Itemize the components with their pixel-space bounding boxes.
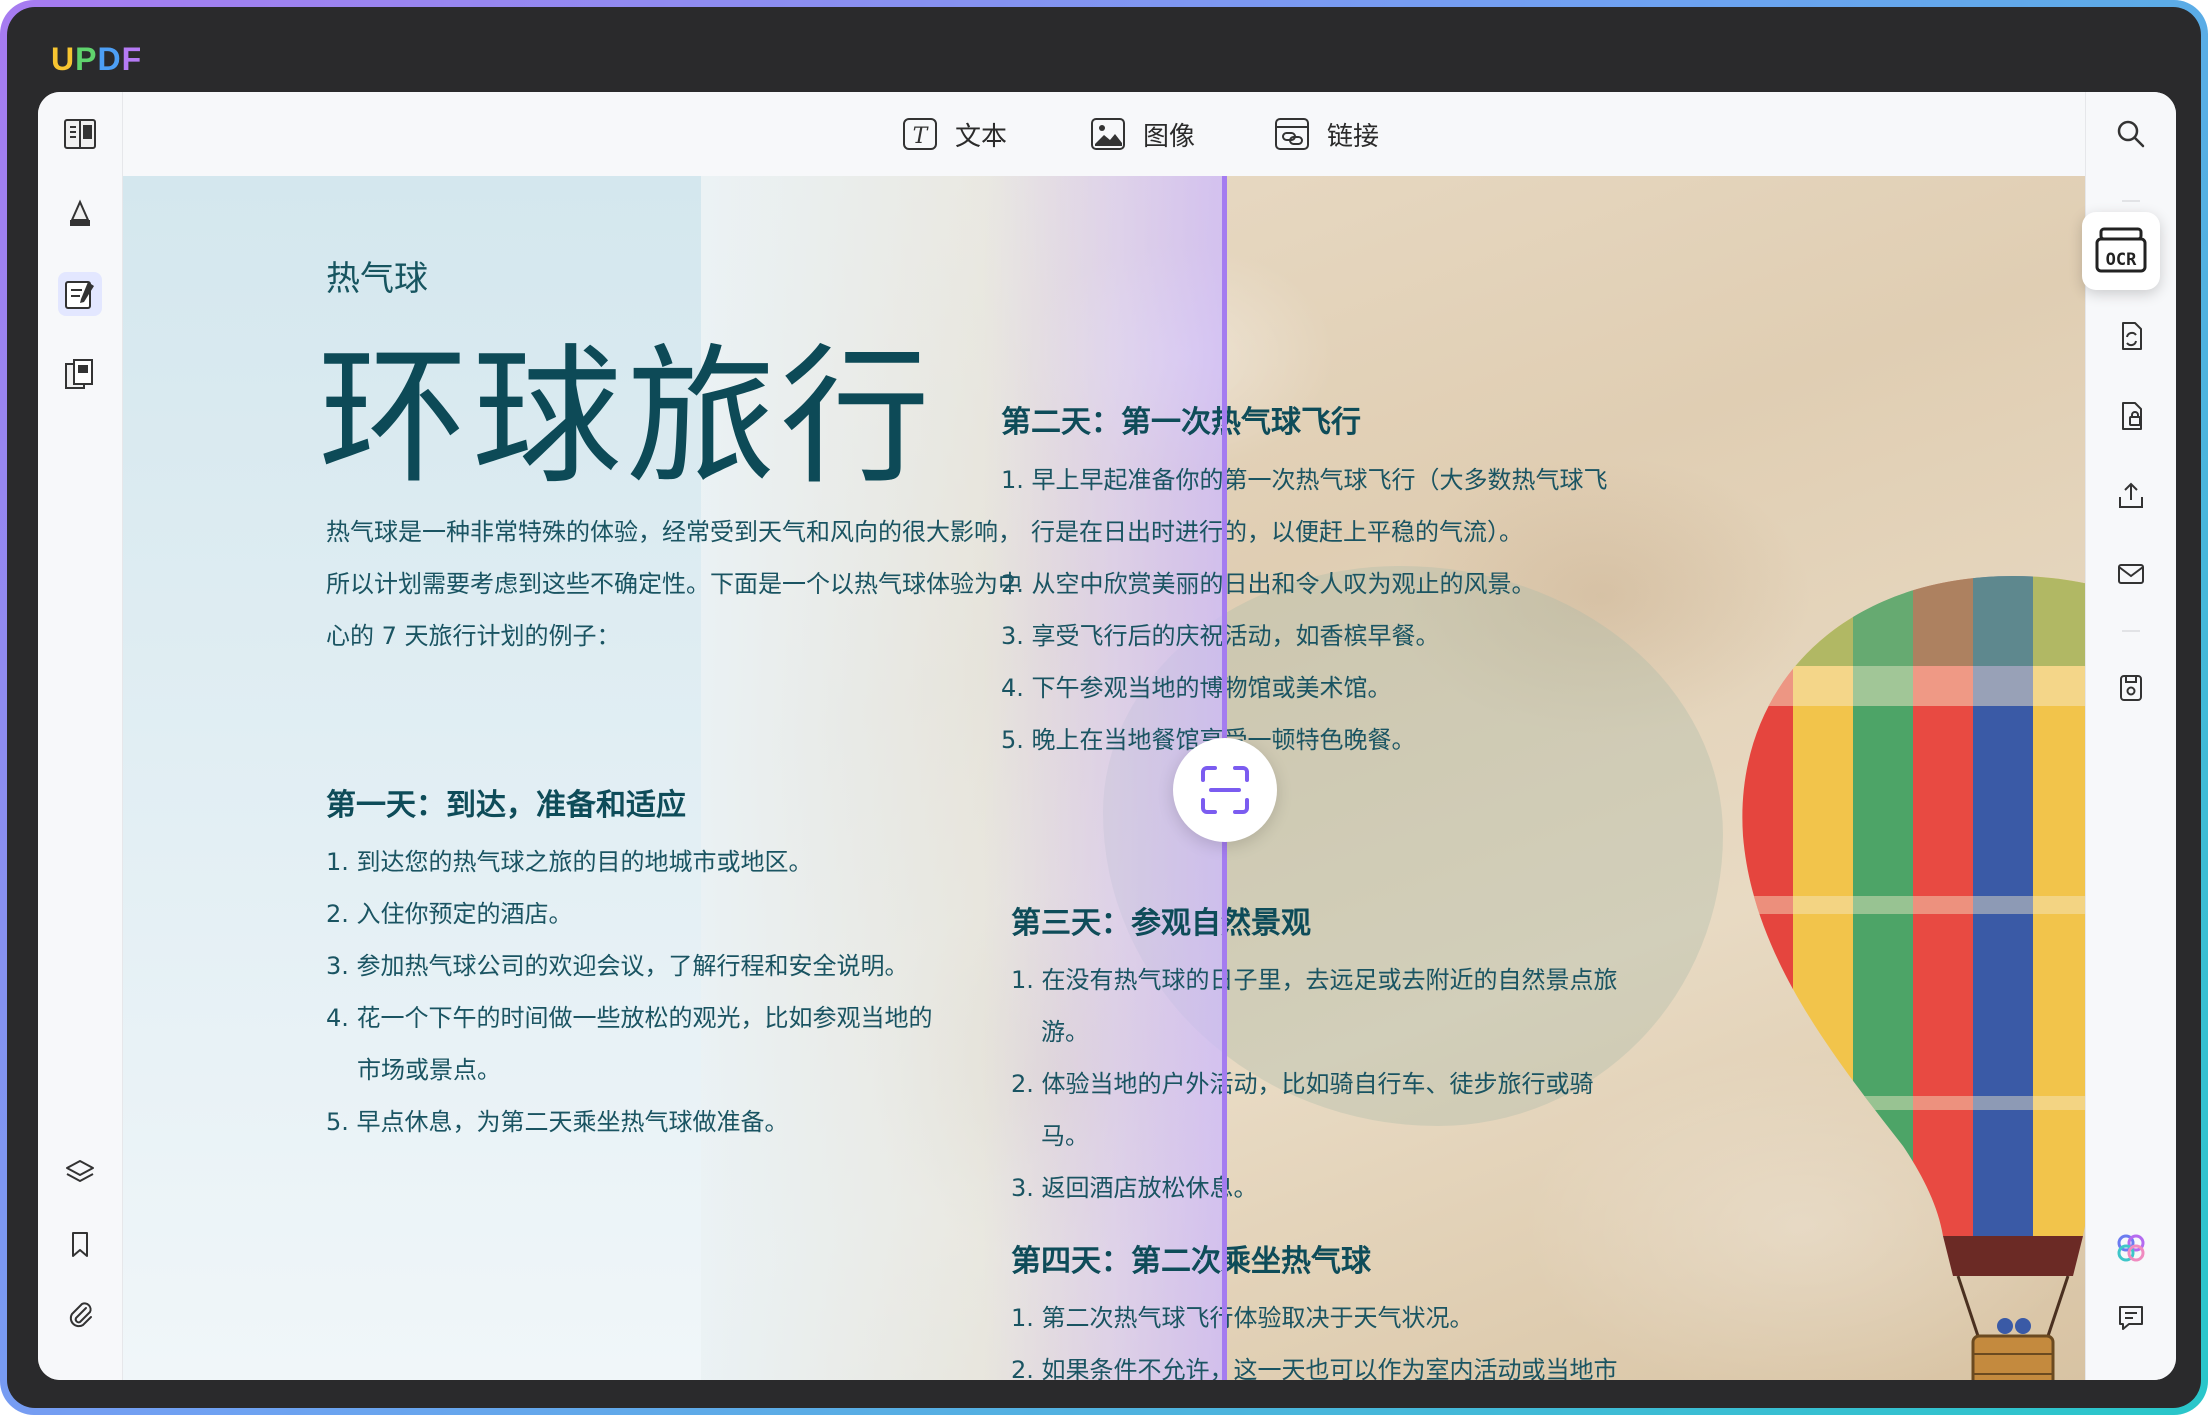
doc-intro-paragraph: 热气球是一种非常特殊的体验，经常受到天气和风向的很大影响，所以计划需要考虑到这些…	[326, 518, 1022, 650]
image-tool-label: 图像	[1143, 121, 1196, 152]
scan-icon	[1201, 766, 1249, 814]
day3-item: 1. 在没有热气球的日子里，去远足或去附近的自然景点旅	[1011, 966, 1618, 994]
edit-toolbar: T 文本 图像 链接	[123, 92, 2085, 176]
day1-item: 5. 早点休息，为第二天乘坐热气球做准备。	[326, 1108, 789, 1136]
add-image-tool[interactable]: 图像	[1089, 110, 1195, 158]
comment-mode-button[interactable]	[58, 192, 102, 236]
mail-icon	[2118, 564, 2144, 584]
edit-document-icon	[65, 281, 94, 309]
updf-logo: UPDF	[51, 41, 142, 78]
logo-letter-f: F	[121, 41, 143, 77]
hot-air-balloon-image	[1723, 536, 2085, 1380]
compare-split-handle[interactable]	[1173, 738, 1277, 842]
comments-button[interactable]	[2109, 1296, 2153, 1340]
layers-icon	[66, 1160, 94, 1182]
bookmark-button[interactable]	[58, 1222, 102, 1266]
add-text-tool[interactable]: T 文本	[901, 110, 1007, 158]
day4-item: 1. 第二次热气球飞行体验取决于天气状况。	[1011, 1304, 1474, 1332]
day4-item: 2. 如果条件不允许，这一天也可以作为室内活动或当地市	[1011, 1356, 1618, 1380]
text-tool-label: 文本	[955, 121, 1008, 152]
day4-heading: 第四天：第二次乘坐热气球	[1011, 1244, 1371, 1279]
paperclip-icon	[69, 1302, 92, 1328]
day2-item: 3. 享受飞行后的庆祝活动，如香槟早餐。	[1001, 622, 1440, 650]
day1-item: 4. 花一个下午的时间做一些放松的观光，比如参观当地的	[326, 1004, 933, 1032]
search-button[interactable]	[2109, 112, 2153, 156]
hot-air-balloon-illustration	[1742, 576, 2085, 1380]
attachment-button[interactable]	[58, 1292, 102, 1336]
image-tool-icon	[1091, 118, 1125, 150]
edit-mode-button[interactable]	[58, 272, 102, 316]
convert-button[interactable]	[2109, 314, 2153, 358]
logo-letter-u: U	[51, 41, 76, 77]
app-window: UPDF T 文本 图像 链接 热气球 环球旅行 热气球是一种非常特殊的体验，经…	[7, 7, 2201, 1408]
link-tool-icon	[1275, 118, 1309, 150]
day2-item: 1. 早上早起准备你的第一次热气球飞行（大多数热气球飞	[1001, 466, 1608, 494]
share-button[interactable]	[2109, 474, 2153, 518]
day1-item: 市场或景点。	[357, 1056, 501, 1084]
share-icon	[2119, 482, 2143, 508]
save-icon	[2120, 675, 2142, 701]
device-frame: UPDF T 文本 图像 链接 热气球 环球旅行 热气球是一种非常特殊的体验，经…	[0, 0, 2208, 1415]
ocr-icon-label: OCR	[2106, 250, 2137, 270]
lock-file-icon	[2122, 402, 2142, 430]
doc-title: 环球旅行	[318, 331, 935, 505]
app-body: T 文本 图像 链接 热气球 环球旅行 热气球是一种非常特殊的体验，经常受到天气…	[38, 92, 2176, 1380]
day3-item: 2. 体验当地的户外活动，比如骑自行车、徒步旅行或骑	[1011, 1070, 1594, 1098]
day3-item: 游。	[1041, 1018, 1089, 1046]
email-button[interactable]	[2109, 552, 2153, 596]
bookmark-icon	[72, 1232, 88, 1257]
left-sidebar	[38, 92, 123, 1380]
layers-button[interactable]	[58, 1150, 102, 1194]
svg-text:T: T	[913, 124, 930, 149]
day1-item: 3. 参加热气球公司的欢迎会议，了解行程和安全说明。	[326, 952, 909, 980]
pdf-page-view: 热气球 环球旅行 热气球是一种非常特殊的体验，经常受到天气和风向的很大影响，所以…	[123, 176, 2085, 1380]
logo-letter-d: D	[97, 41, 122, 77]
convert-icon	[2122, 322, 2142, 350]
ai-assistant-button[interactable]	[2109, 1226, 2153, 1270]
logo-letter-p: P	[75, 41, 98, 77]
search-icon	[2117, 120, 2145, 148]
day1-heading: 第一天：到达，准备和适应	[326, 788, 686, 823]
day1-item: 2. 入住你预定的酒店。	[326, 900, 573, 928]
highlighter-icon	[70, 199, 90, 226]
day2-item: 2. 从空中欣赏美丽的日出和令人叹为观止的风景。	[1001, 570, 1536, 598]
day1-item: 1. 到达您的热气球之旅的目的地城市或地区。	[326, 848, 813, 876]
day2-heading: 第二天：第一次热气球飞行	[1001, 405, 1361, 440]
reader-mode-button[interactable]	[58, 112, 102, 156]
day2-item: 行是在日出时进行的，以便赶上平稳的气流）。	[1031, 518, 1523, 546]
comment-icon	[2119, 1306, 2143, 1330]
link-tool-label: 链接	[1327, 121, 1380, 152]
right-sidebar: OCR	[2082, 92, 2176, 1380]
day3-item: 马。	[1041, 1122, 1089, 1150]
day3-item: 3. 返回酒店放松休息。	[1011, 1174, 1258, 1202]
pages-icon	[65, 359, 93, 389]
ai-flower-icon	[2117, 1234, 2145, 1262]
save-button[interactable]	[2109, 666, 2153, 710]
day2-item: 4. 下午参观当地的博物馆或美术馆。	[1001, 674, 1392, 702]
day3-heading: 第三天：参观自然景观	[1011, 906, 1311, 941]
ocr-button[interactable]: OCR	[2082, 212, 2160, 290]
add-link-tool[interactable]: 链接	[1273, 110, 1379, 158]
ocr-icon: OCR	[2095, 227, 2147, 273]
text-tool-icon: T	[903, 118, 937, 150]
separator	[2122, 200, 2140, 202]
separator	[2122, 630, 2140, 632]
organize-pages-button[interactable]	[58, 352, 102, 396]
doc-subtitle: 热气球	[326, 259, 428, 299]
protect-button[interactable]	[2109, 394, 2153, 438]
reader-icon	[64, 119, 96, 149]
